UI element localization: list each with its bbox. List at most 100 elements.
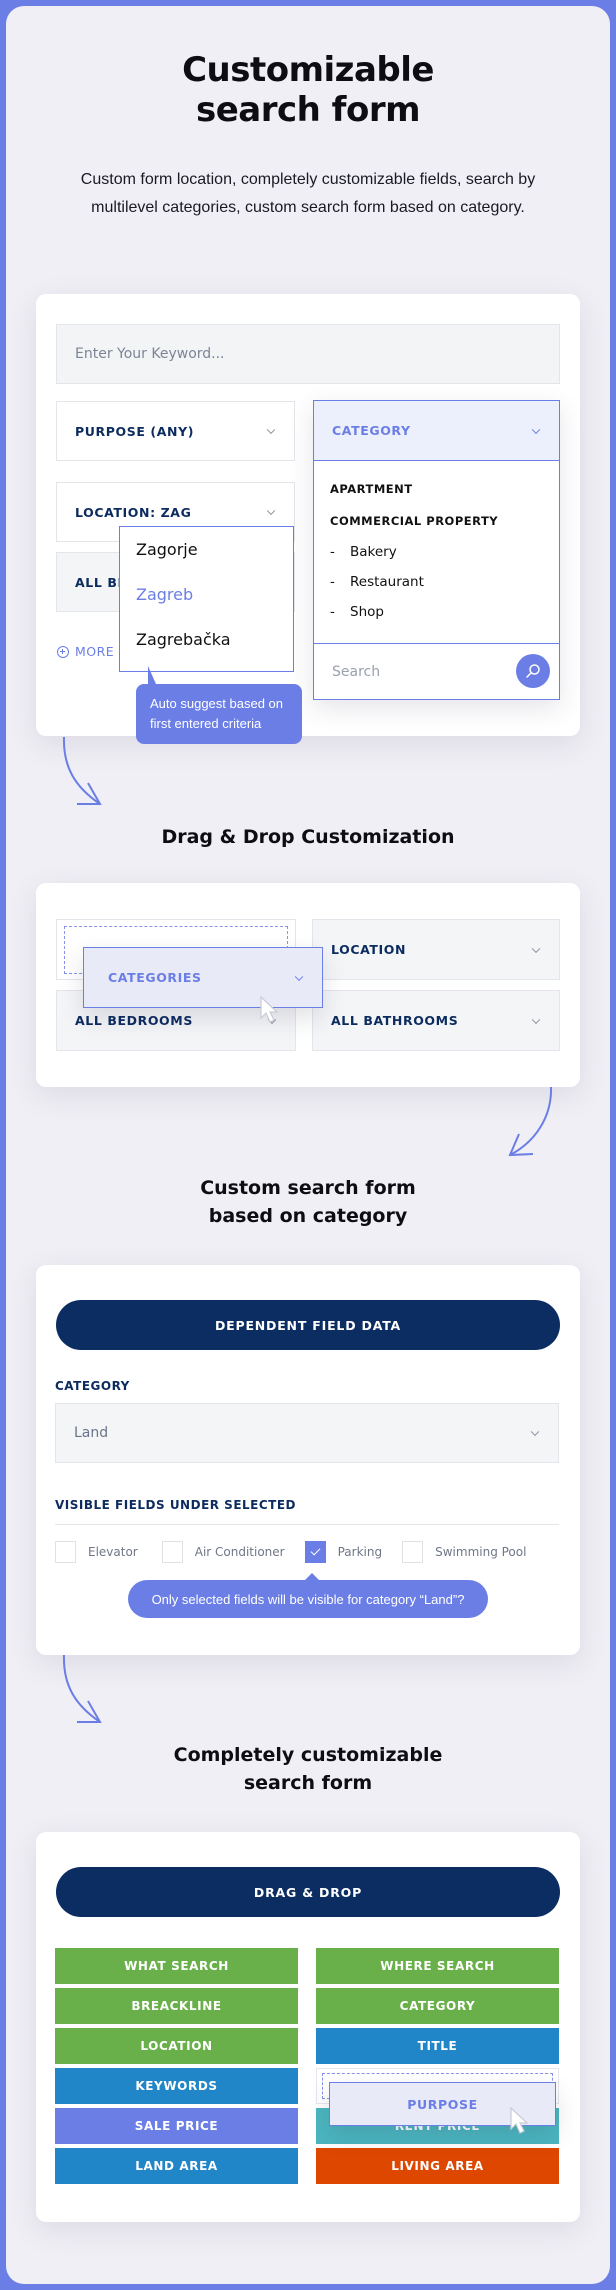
checkbox-label: Swimming Pool [435, 1545, 527, 1559]
hero-description: Custom form location, completely customi… [80, 171, 536, 216]
keyword-input[interactable]: Enter Your Keyword... [56, 324, 560, 384]
cursor-icon [260, 995, 279, 1023]
category-label: CATEGORY [55, 1379, 130, 1393]
checkbox-label: Elevator [88, 1545, 138, 1559]
field-block[interactable]: WHERE SEARCH [316, 1948, 559, 1984]
field-block[interactable]: BREACKLINE [55, 1988, 298, 2024]
field-block-label: LOCATION [140, 2039, 213, 2053]
field-block[interactable]: SALE PRICE [55, 2108, 298, 2144]
suggestion-item-active[interactable]: Zagreb [120, 572, 293, 617]
hero-title-line2: search form [195, 90, 421, 130]
checkbox-label: Air Conditioner [194, 1545, 285, 1559]
drag-drop-button[interactable]: DRAG & DROP [56, 1867, 560, 1917]
section-title-custom-form: Custom search form based on category [0, 1174, 616, 1230]
dash: - [330, 544, 335, 560]
category-group-item[interactable]: COMMERCIAL PROPERTY [330, 505, 543, 537]
auto-suggest-tooltip: Auto suggest based on first entered crit… [136, 666, 302, 744]
section-title-customizable: Completely customizable search form [0, 1741, 616, 1797]
divider [55, 1524, 559, 1525]
chevron-down-icon [531, 1015, 541, 1024]
category-value: Land [74, 1425, 109, 1441]
category-select[interactable]: Land [55, 1403, 559, 1463]
category-sub-item[interactable]: - Restaurant [330, 567, 543, 597]
field-block[interactable]: WHAT SEARCH [55, 1948, 298, 1984]
checkbox-label: Parking [337, 1545, 383, 1559]
suggestion-item[interactable]: Zagrebačka [120, 617, 293, 662]
visible-fields-tooltip: Only selected fields will be visible for… [128, 1573, 488, 1618]
field-block[interactable]: TITLE [316, 2028, 559, 2064]
field-block[interactable]: LAND AREA [55, 2148, 298, 2184]
bathrooms-label: ALL BATHROOMS [331, 1013, 459, 1028]
category-search-input[interactable]: Search [314, 643, 559, 699]
sub-item-label: Restaurant [350, 574, 424, 590]
dragged-field[interactable]: CATEGORIES [83, 947, 323, 1008]
category-sub-item[interactable]: - Shop [330, 597, 543, 627]
field-block[interactable]: LIVING AREA [316, 2148, 559, 2184]
dash: - [330, 604, 335, 620]
dependent-field-data-button[interactable]: DEPENDENT FIELD DATA [56, 1300, 560, 1350]
section-title-line2: search form [243, 1772, 373, 1794]
hero-title-line1: Customizable [182, 50, 434, 90]
field-block[interactable]: LOCATION [55, 2028, 298, 2064]
search-icon [526, 664, 540, 678]
chevron-down-icon [531, 425, 541, 434]
field-block-label: WHAT SEARCH [124, 1959, 229, 1973]
curved-arrow-icon [62, 737, 102, 805]
purpose-select[interactable]: PURPOSE (ANY) [56, 401, 295, 461]
category-group-item[interactable]: APARTMENT [330, 473, 543, 505]
location-select[interactable]: LOCATION [312, 919, 560, 980]
more-button[interactable]: MORE [57, 644, 114, 659]
sub-item-label: Bakery [350, 544, 397, 560]
more-label: MORE [75, 644, 115, 659]
suggestion-item[interactable]: Zagorje [120, 527, 293, 572]
field-block-label: WHERE SEARCH [380, 1959, 495, 1973]
field-block-label: LIVING AREA [391, 2159, 484, 2173]
section-title-drag-drop: Drag & Drop Customization [161, 826, 455, 848]
field-block[interactable]: KEYWORDS [55, 2068, 298, 2104]
swimming-pool-checkbox[interactable] [402, 1541, 424, 1563]
bathrooms-select[interactable]: ALL BATHROOMS [312, 990, 560, 1051]
cursor-icon [510, 2106, 529, 2134]
category-list: APARTMENT COMMERCIAL PROPERTY - Bakery -R… [314, 461, 559, 643]
section-title-line1: Custom search form [200, 1177, 416, 1199]
air-conditioner-checkbox[interactable] [161, 1541, 183, 1563]
chevron-down-icon [266, 425, 276, 435]
field-block-label: TITLE [417, 2039, 458, 2053]
field-checkbox-row: Elevator Air Conditioner Parking Swimmin… [55, 1541, 526, 1563]
field-block-label: BREACKLINE [131, 1999, 222, 2013]
category-select[interactable]: CATEGORY [314, 401, 559, 461]
parking-checkbox[interactable] [304, 1541, 326, 1563]
hero-title: Customizable search form [0, 50, 616, 130]
search-button[interactable] [516, 654, 550, 688]
search-placeholder: Search [332, 663, 381, 680]
category-label: CATEGORY [332, 423, 411, 438]
section-title-line2: based on category [208, 1205, 408, 1227]
purpose-label: PURPOSE (ANY) [75, 423, 195, 439]
visible-fields-label: VISIBLE FIELDS UNDER SELECTED [55, 1498, 297, 1512]
location-label: LOCATION: ZAG [75, 504, 192, 520]
sub-item-label: Shop [350, 604, 384, 620]
curved-arrow-icon [62, 1655, 102, 1723]
chevron-down-icon [531, 944, 541, 953]
dragged-block-label: PURPOSE [407, 2096, 478, 2112]
drag-drop-card: LOCATION ALL BEDROOMS ALL BATHROOMS CATE… [36, 883, 580, 1087]
location-suggestions: Zagorje Zagreb Zagrebačka [119, 526, 294, 672]
plus-circle-icon [57, 645, 69, 658]
field-block-label: LAND AREA [135, 2159, 218, 2173]
field-block-label: SALE PRICE [134, 2119, 219, 2133]
bedrooms-label: ALL BEDROOMS [75, 1013, 193, 1028]
field-block[interactable]: CATEGORY [316, 1988, 559, 2024]
elevator-checkbox[interactable] [55, 1541, 76, 1563]
curved-arrow-icon [508, 1087, 553, 1157]
category-sub-item[interactable]: - Bakery [330, 537, 543, 567]
category-dropdown: CATEGORY APARTMENT COMMERCIAL PROPERTY -… [313, 400, 560, 700]
dragged-field-label: CATEGORIES [108, 970, 202, 985]
chevron-down-icon [294, 972, 304, 981]
field-block-label: KEYWORDS [135, 2079, 218, 2093]
location-label: LOCATION [331, 942, 407, 957]
chevron-down-icon [266, 506, 276, 516]
dash: - [330, 574, 335, 590]
section-title-line1: Completely customizable [173, 1744, 443, 1766]
field-block-label: CATEGORY [399, 1999, 476, 2013]
chevron-down-icon [530, 1427, 540, 1437]
